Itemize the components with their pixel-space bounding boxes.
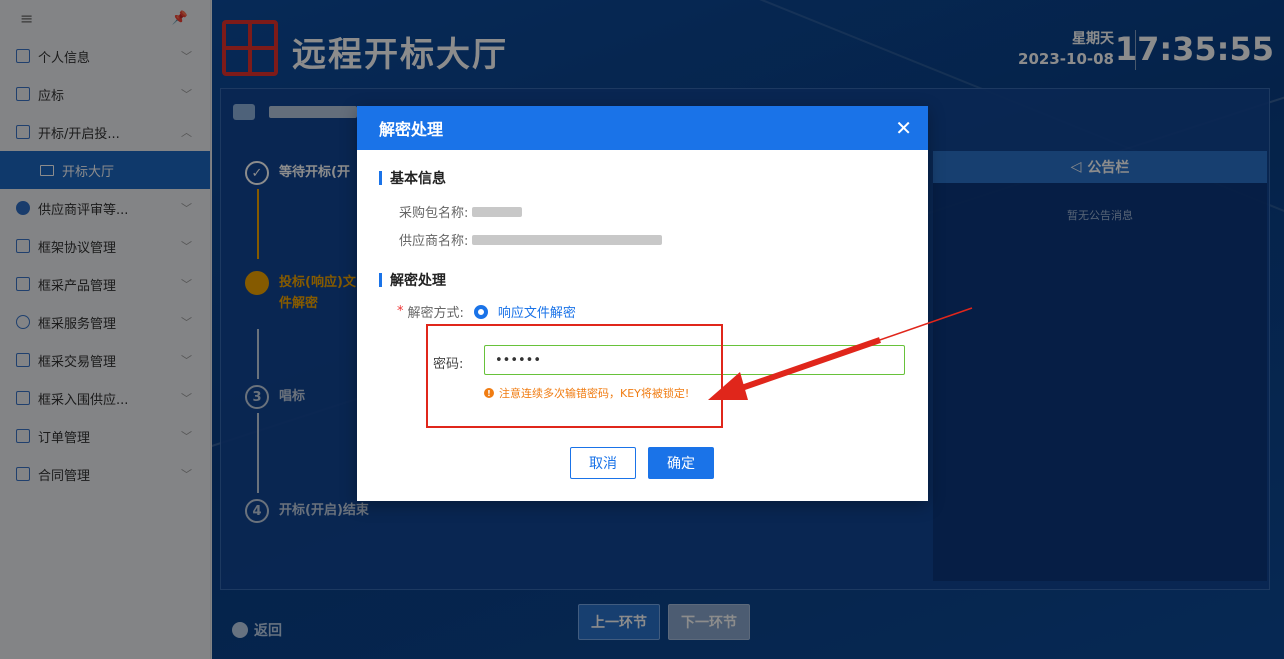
decrypt-method-row: * 解密方式: 响应文件解密 [397,304,576,321]
method-radio[interactable] [473,304,488,319]
section-decrypt: 解密处理 [379,270,446,290]
package-name-redacted [472,206,523,217]
cancel-button[interactable]: 取消 [570,447,636,479]
supplier-name-redacted [472,234,663,245]
package-name-row: 采购包名称: [399,202,523,221]
supplier-name-row: 供应商名称: [399,230,663,249]
annotation-arrow-icon [708,307,973,400]
section-basic-info: 基本信息 [379,168,446,188]
annotation-highlight-box [426,324,723,428]
close-icon[interactable]: ✕ [895,118,912,138]
confirm-button[interactable]: 确定 [648,447,714,479]
dialog-header: 解密处理 ✕ [357,106,928,150]
dialog-title: 解密处理 [379,120,444,139]
